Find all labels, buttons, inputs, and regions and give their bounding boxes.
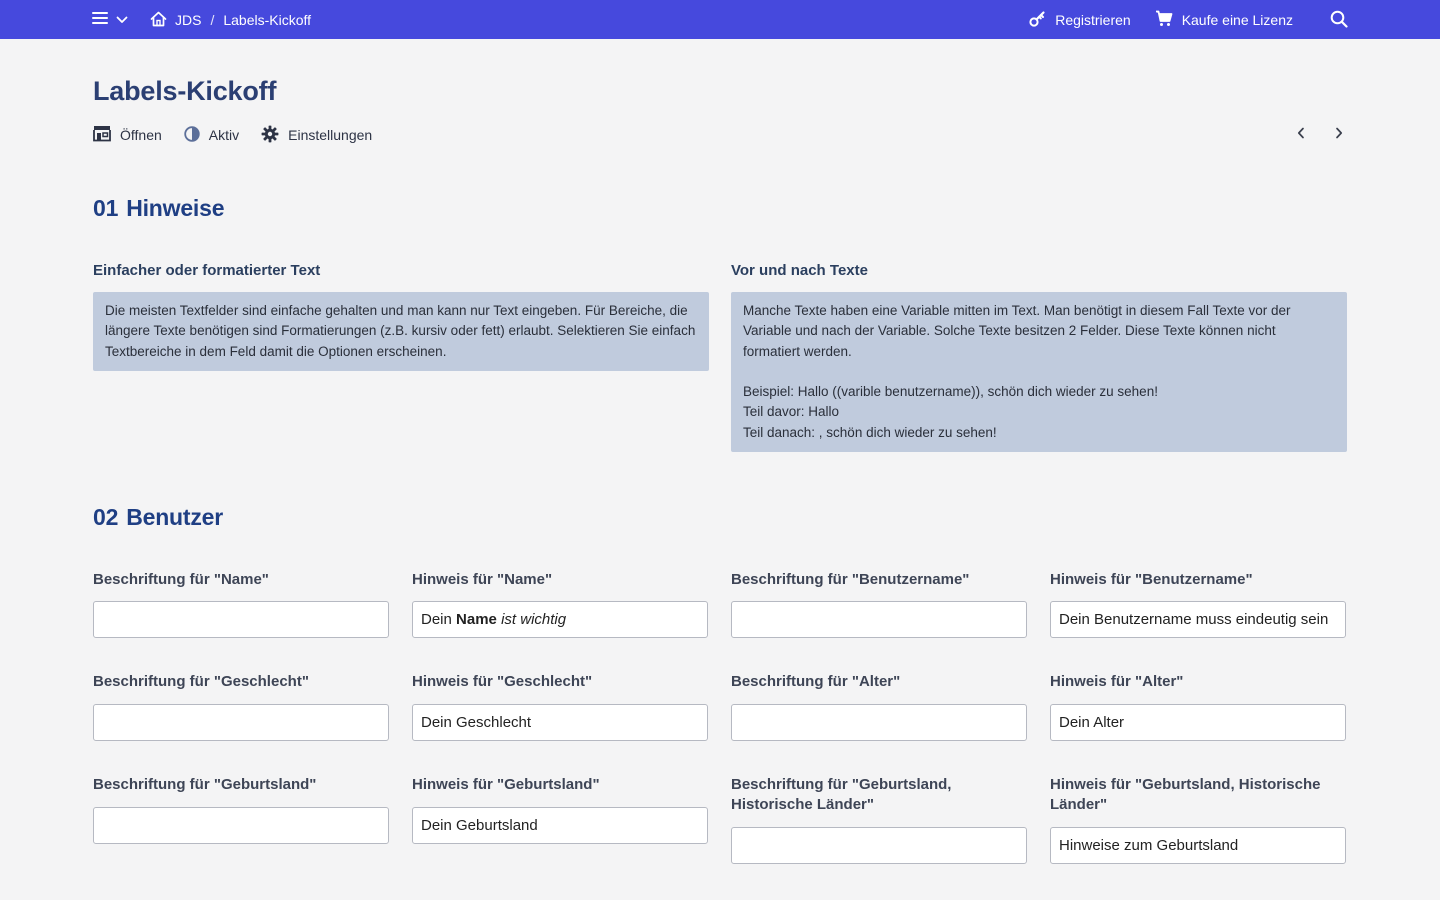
note-simple-formatted: Einfacher oder formatierter Text Die mei… xyxy=(93,262,709,371)
value-prefix: Dein xyxy=(421,611,457,628)
breadcrumb-item-jds[interactable]: JDS xyxy=(175,12,201,28)
field-label-age: Beschriftung für "Alter" xyxy=(731,672,1027,741)
field-label-birth-country: Beschriftung für "Geburtsland" xyxy=(93,775,389,844)
label-username-input[interactable] xyxy=(731,601,1027,638)
note-heading: Vor und nach Texte xyxy=(731,262,868,279)
field-label: Beschriftung für "Benutzername" xyxy=(731,571,970,588)
field-hint-gender: Hinweis für "Geschlecht" Dein Geschlecht xyxy=(412,672,708,741)
hint-gender-input[interactable]: Dein Geschlecht xyxy=(412,704,708,741)
field-hint-username: Hinweis für "Benutzername" Dein Benutzer… xyxy=(1050,570,1346,638)
settings-label: Einstellungen xyxy=(288,127,373,143)
note-text: Die meisten Textfelder sind einfache geh… xyxy=(105,303,696,359)
half-circle-icon xyxy=(184,125,200,145)
field-label-username: Beschriftung für "Benutzername" xyxy=(731,570,1027,638)
field-label: Beschriftung für "Geschlecht" xyxy=(93,673,309,690)
field-label: Hinweis für "Geschlecht" xyxy=(412,673,593,690)
note-before-after-texts: Vor und nach Texte Manche Texte haben ei… xyxy=(731,262,1347,453)
value-italic: ist wichtig xyxy=(501,611,567,628)
breadcrumb: JDS / Labels-Kickoff xyxy=(150,10,311,30)
page-toolbar: Öffnen Aktiv Einstellungen xyxy=(93,125,394,145)
value-bold: Name xyxy=(456,611,497,628)
open-label: Öffnen xyxy=(120,127,162,143)
field-label: Beschriftung für "Alter" xyxy=(731,673,901,690)
field-label-line: Hinweis für "Geburtsland, Historische xyxy=(1050,776,1321,793)
note-box: Manche Texte haben eine Variable mitten … xyxy=(731,292,1347,453)
field-label-line: Beschriftung für "Geburtsland, xyxy=(731,776,952,793)
label-birth-country-historic-input[interactable] xyxy=(731,827,1027,864)
chevron-down-icon xyxy=(116,11,128,29)
register-button[interactable]: Registrieren xyxy=(1029,10,1131,30)
top-navigation-bar: JDS / Labels-Kickoff Registrieren Kaufe … xyxy=(0,0,1440,39)
field-hint-name: Hinweis für "Name" Dein Name ist wichtig xyxy=(412,570,708,638)
field-label: Hinweis für "Geburtsland" xyxy=(412,776,600,793)
label-age-input[interactable] xyxy=(731,704,1027,741)
field-label: Beschriftung für "Name" xyxy=(93,571,269,588)
field-hint-birth-country: Hinweis für "Geburtsland" Dein Geburtsla… xyxy=(412,775,708,844)
header-actions: Registrieren Kaufe eine Lizenz xyxy=(1029,9,1348,31)
open-storefront-icon xyxy=(93,125,111,145)
field-label: Hinweis für "Name" xyxy=(412,571,553,588)
note-box: Die meisten Textfelder sind einfache geh… xyxy=(93,292,709,371)
next-page-button[interactable] xyxy=(1330,125,1348,145)
hint-name-input[interactable]: Dein Name ist wichtig xyxy=(412,601,708,638)
section-name: Hinweise xyxy=(126,195,225,221)
settings-button[interactable]: Einstellungen xyxy=(261,125,372,146)
register-label: Registrieren xyxy=(1055,12,1131,28)
active-status-button[interactable]: Aktiv xyxy=(184,125,240,145)
search-button[interactable] xyxy=(1330,10,1348,31)
hint-username-input[interactable]: Dein Benutzername muss eindeutig sein xyxy=(1050,601,1346,638)
pager xyxy=(1292,125,1348,145)
field-label: Beschriftung für "Geburtsland" xyxy=(93,776,317,793)
gear-icon xyxy=(261,125,279,146)
previous-page-button[interactable] xyxy=(1292,125,1310,145)
section-title-hinweise: 01 Hinweise xyxy=(93,195,224,222)
label-birth-country-input[interactable] xyxy=(93,807,389,844)
home-icon[interactable] xyxy=(150,11,167,30)
field-label: Hinweis für "Alter" xyxy=(1050,673,1184,690)
breadcrumb-separator: / xyxy=(210,12,215,28)
section-name: Benutzer xyxy=(126,504,223,530)
field-label-line: Länder" xyxy=(1050,796,1108,813)
buy-license-button[interactable]: Kaufe eine Lizenz xyxy=(1155,10,1293,30)
hint-birth-country-historic-input[interactable]: Hinweise zum Geburtsland xyxy=(1050,827,1346,864)
active-label: Aktiv xyxy=(208,127,240,143)
page-title: Labels-Kickoff xyxy=(93,76,277,106)
note-heading: Einfacher oder formatierter Text xyxy=(93,262,321,279)
section-number: 01 xyxy=(93,195,119,221)
label-name-input[interactable] xyxy=(93,601,389,638)
license-label: Kaufe eine Lizenz xyxy=(1181,12,1293,28)
open-button[interactable]: Öffnen xyxy=(93,125,162,145)
search-icon xyxy=(1330,10,1348,31)
field-label-line: Historische Länder" xyxy=(731,796,874,813)
chevron-left-icon xyxy=(1297,126,1305,144)
field-label-gender: Beschriftung für "Geschlecht" xyxy=(93,672,389,741)
label-gender-input[interactable] xyxy=(93,704,389,741)
field-label-name: Beschriftung für "Name" xyxy=(93,570,389,638)
breadcrumb-item-current[interactable]: Labels-Kickoff xyxy=(223,12,311,28)
field-label: Hinweis für "Benutzername" xyxy=(1050,571,1253,588)
field-hint-birth-country-historic: Hinweis für "Geburtsland, Historische Län… xyxy=(1050,775,1346,864)
note-text: Manche Texte haben eine Variable mitten … xyxy=(743,303,1291,440)
key-icon xyxy=(1029,10,1046,30)
main-menu-button[interactable] xyxy=(92,11,132,29)
field-hint-age: Hinweis für "Alter" Dein Alter xyxy=(1050,672,1346,741)
field-label: Hinweis für "Geburtsland, Historische Län… xyxy=(1050,775,1346,815)
hint-age-input[interactable]: Dein Alter xyxy=(1050,704,1346,741)
section-number: 02 xyxy=(93,504,119,530)
hamburger-menu-icon xyxy=(92,11,108,30)
chevron-right-icon xyxy=(1335,126,1343,144)
field-label: Beschriftung für "Geburtsland, Historisch… xyxy=(731,775,1027,815)
field-label-birth-country-historic: Beschriftung für "Geburtsland, Historisch… xyxy=(731,775,1027,864)
section-title-benutzer: 02 Benutzer xyxy=(93,504,223,531)
shopping-cart-icon xyxy=(1155,10,1173,30)
hint-birth-country-input[interactable]: Dein Geburtsland xyxy=(412,807,708,844)
